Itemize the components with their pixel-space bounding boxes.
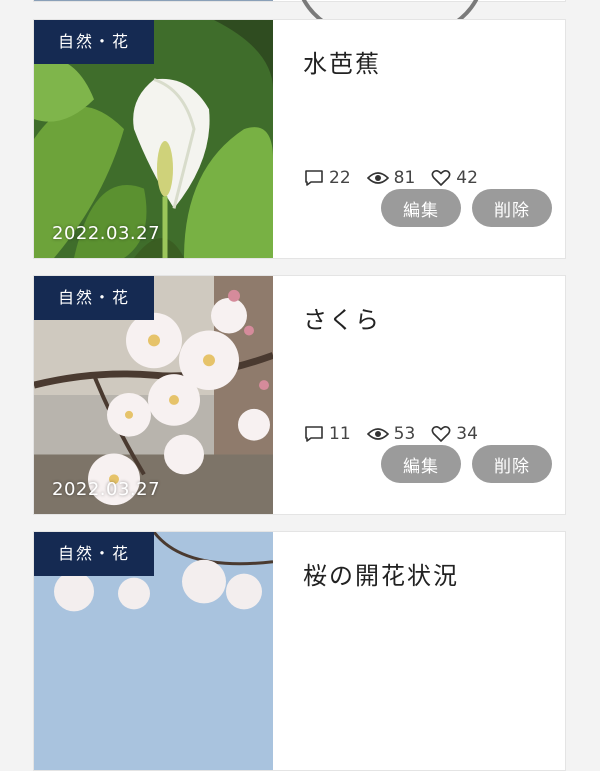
comment-count-value: 22 [329, 168, 351, 188]
view-count: 53 [366, 424, 416, 444]
post-title[interactable]: 桜の開花状況 [303, 556, 459, 591]
post-date: 2022.03.27 [52, 223, 161, 244]
eye-icon [366, 172, 389, 184]
post-stats: 11 53 34 [304, 424, 488, 444]
delete-button[interactable]: 削除 [472, 445, 552, 483]
post-actions: 編集 削除 [381, 189, 552, 227]
category-badge: 自然・花 [34, 276, 155, 320]
post-card[interactable]: 自然・花 2022.03.27 水芭蕉 22 81 42 編集 削除 [33, 19, 566, 259]
eye-icon [366, 428, 389, 440]
post-thumbnail[interactable]: 自然・花 2022.03.27 [34, 20, 273, 258]
view-count-value: 81 [393, 168, 416, 188]
comment-count: 22 [304, 168, 351, 188]
like-count: 42 [431, 168, 478, 188]
like-count: 34 [431, 424, 478, 444]
post-title[interactable]: 水芭蕉 [303, 44, 381, 79]
post-stats: 22 81 42 [304, 168, 488, 188]
post-thumbnail[interactable]: 自然・花 [34, 532, 273, 770]
comment-icon [305, 170, 323, 186]
heart-icon [431, 426, 451, 442]
post-thumbnail[interactable]: 自然・花 2022.03.27 [34, 276, 273, 514]
like-count-value: 34 [456, 424, 478, 444]
view-count-value: 53 [393, 424, 416, 444]
comment-icon [305, 426, 323, 442]
delete-button[interactable]: 削除 [472, 189, 552, 227]
post-thumbnail [34, 0, 273, 1]
like-count-value: 42 [456, 168, 478, 188]
comment-count: 11 [304, 424, 351, 444]
edit-button[interactable]: 編集 [381, 189, 461, 227]
heart-icon [431, 170, 451, 186]
post-actions: 編集 削除 [381, 445, 552, 483]
comment-count-value: 11 [329, 424, 351, 444]
post-card[interactable]: 自然・花 2022.03.27 さくら 11 53 34 編集 削除 [33, 275, 566, 515]
category-badge: 自然・花 [34, 532, 155, 576]
post-date: 2022.03.27 [52, 479, 161, 500]
post-card-partial-top[interactable] [33, 0, 566, 2]
view-count: 81 [366, 168, 416, 188]
category-badge: 自然・花 [34, 20, 155, 64]
post-card[interactable]: 自然・花 桜の開花状況 [33, 531, 566, 771]
post-title[interactable]: さくら [303, 300, 381, 335]
edit-button[interactable]: 編集 [381, 445, 461, 483]
